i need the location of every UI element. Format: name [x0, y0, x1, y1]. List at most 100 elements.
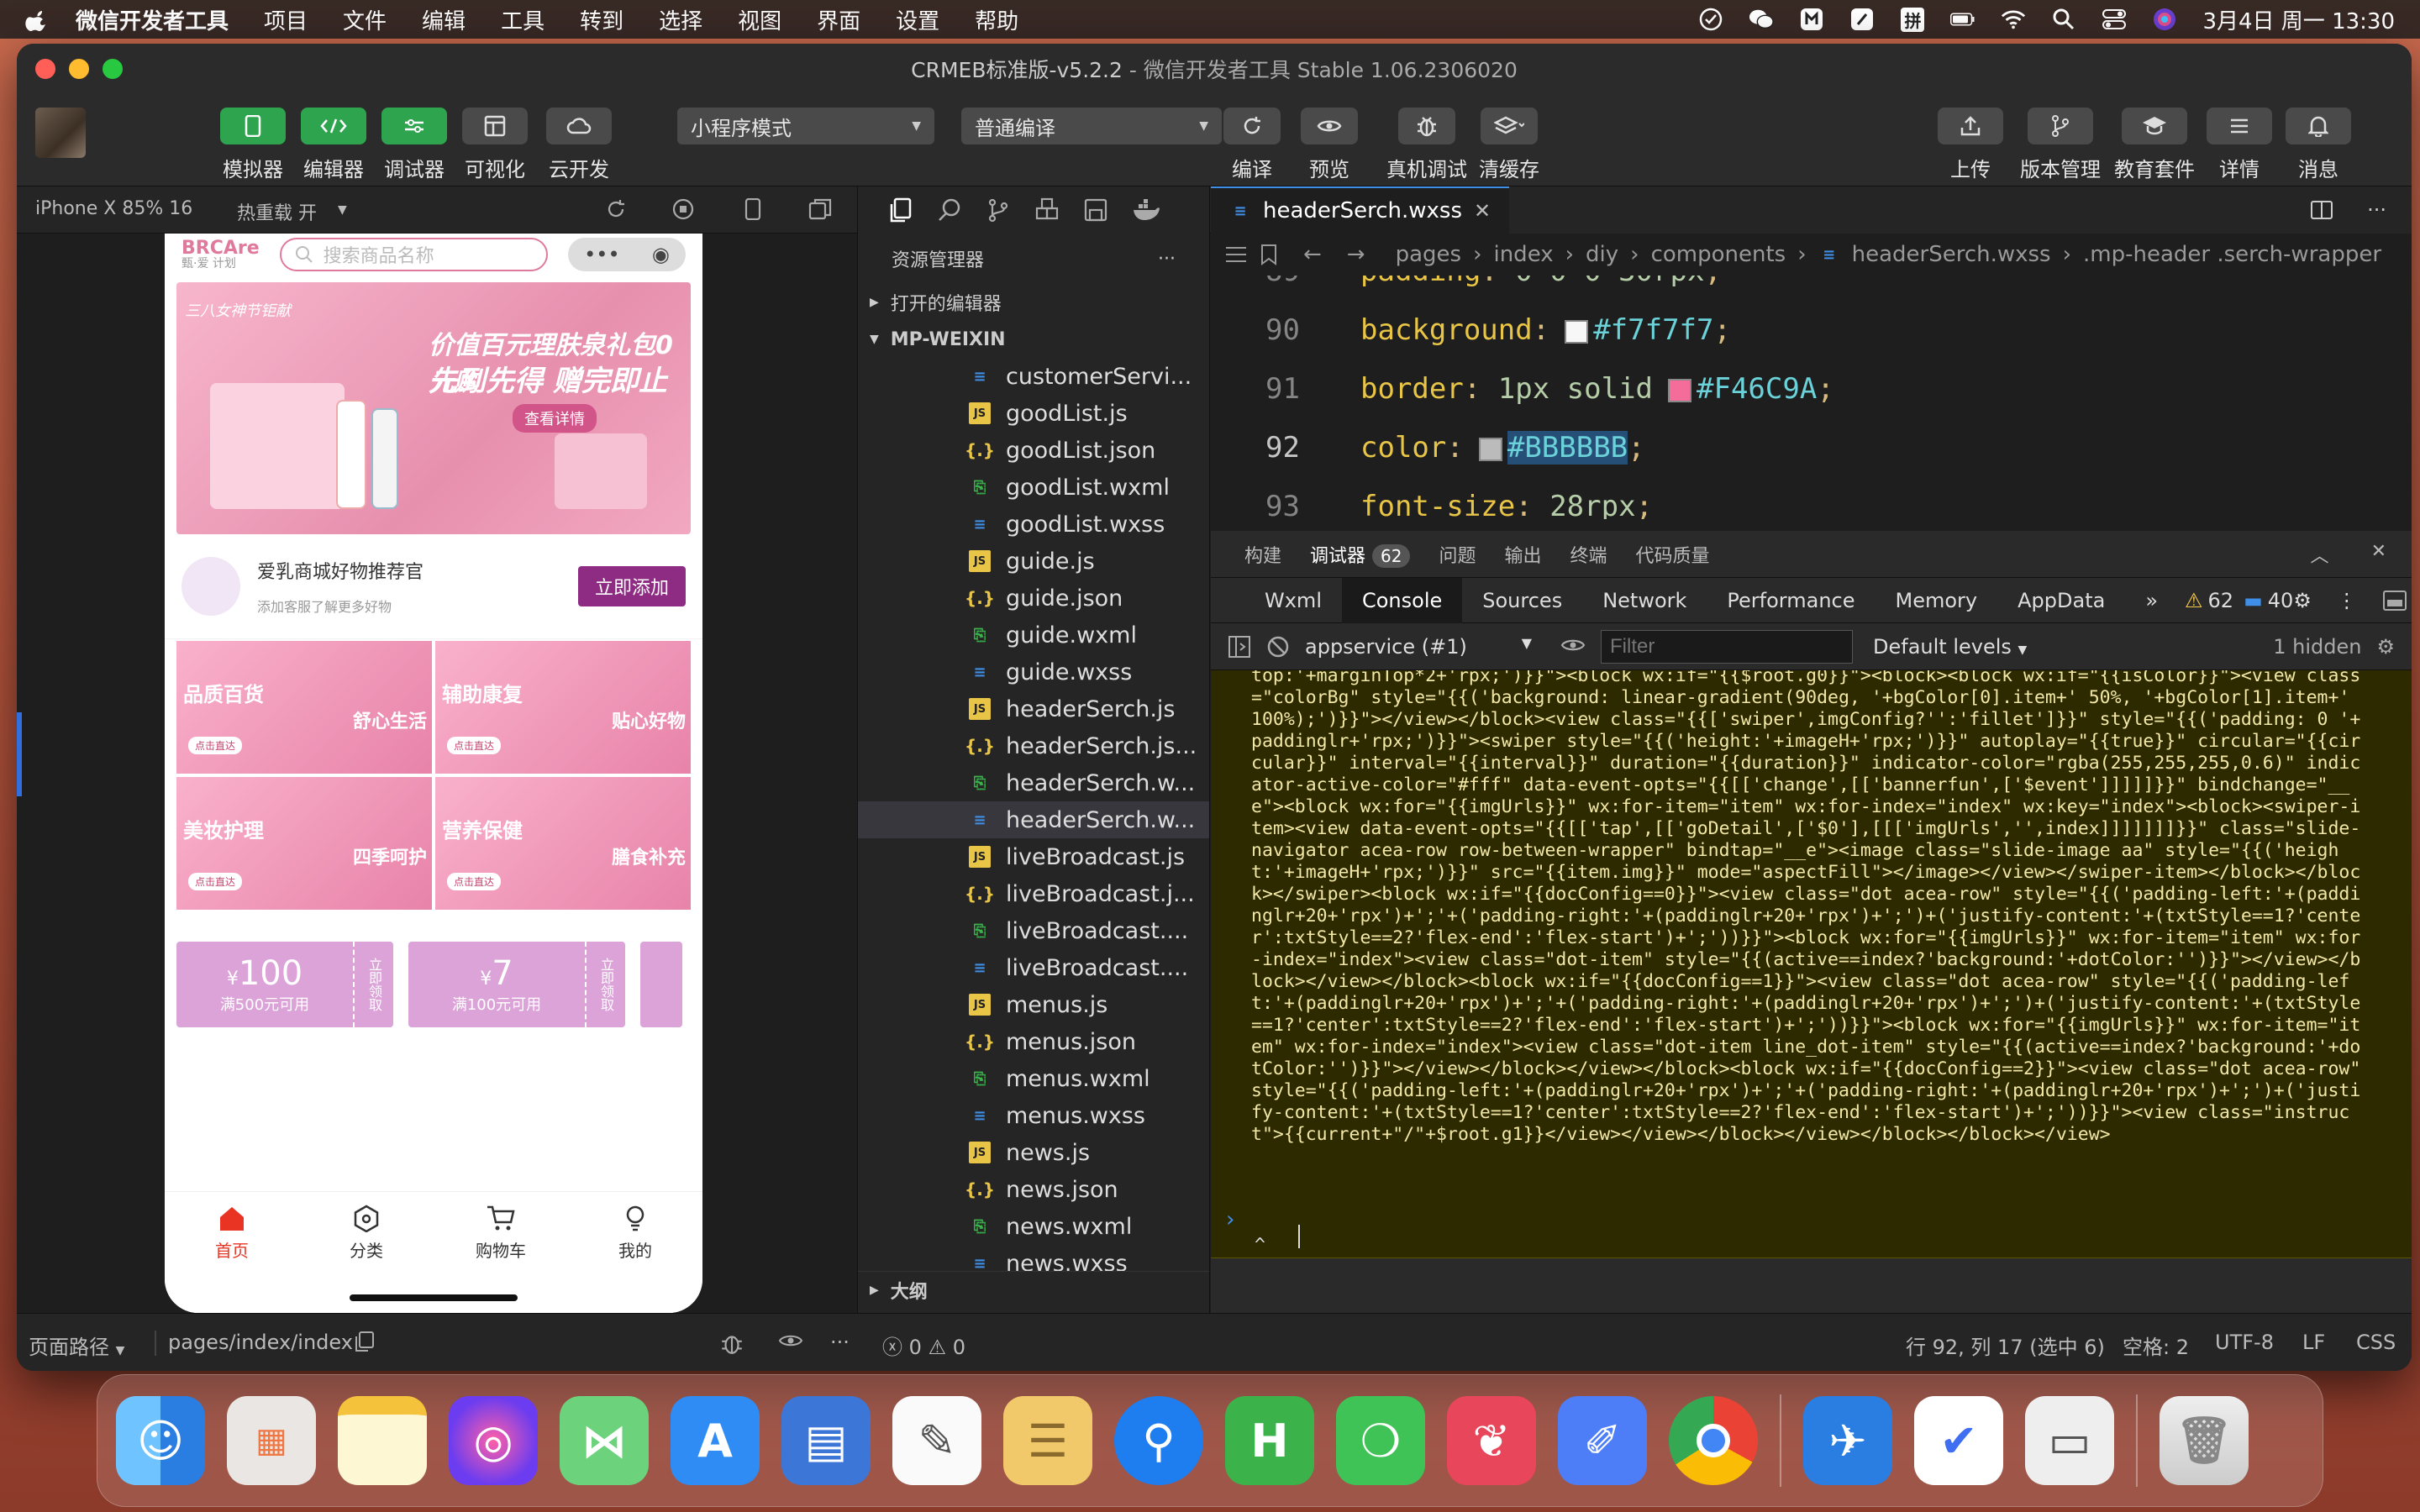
menu-item-goto[interactable]: 转到 [580, 4, 623, 35]
spiral-app-icon[interactable]: ◎ [449, 1396, 538, 1485]
breadcrumb-item[interactable]: .mp-header .serch-wrapper [2083, 242, 2381, 267]
breadcrumb-item[interactable]: pages [1396, 242, 1461, 267]
devtools-tab-memory[interactable]: Memory [1876, 578, 1998, 623]
file-tree-item[interactable]: {.} menus.json [858, 1023, 1209, 1060]
avatar[interactable] [35, 108, 86, 158]
stop-icon[interactable] [672, 198, 694, 225]
devtools-tab-wxml[interactable]: Wxml [1244, 578, 1342, 623]
editor-toggle-button[interactable] [301, 108, 366, 144]
menubar-clock[interactable]: 3月4日 周一 13:30 [2202, 4, 2395, 35]
minimize-window-button[interactable] [69, 59, 89, 79]
more-actions-icon[interactable]: ··· [2367, 198, 2386, 222]
more-tabs-icon[interactable]: » [2125, 578, 2178, 623]
control-center-icon[interactable] [2102, 7, 2127, 32]
category-tile[interactable]: 营养保健 膳食补充 点击直达 [435, 777, 691, 910]
docker-icon[interactable] [1132, 198, 1160, 222]
tab-mine[interactable]: 我的 [568, 1192, 702, 1313]
compile-button[interactable] [1223, 108, 1281, 144]
visual-toggle-button[interactable] [462, 108, 528, 144]
file-tree-item[interactable]: {.} liveBroadcast.j... [858, 875, 1209, 912]
chat-terminal-icon[interactable]: ▭ [2025, 1396, 2114, 1485]
live-expression-eye-icon[interactable] [1560, 635, 1586, 659]
debugger-toggle-button[interactable] [381, 108, 447, 144]
detach-window-icon[interactable] [808, 198, 832, 225]
clear-cache-button[interactable] [1481, 108, 1538, 144]
save-icon[interactable] [1083, 197, 1108, 223]
messages-action[interactable]: 消息 [2286, 108, 2351, 182]
visual-toggle[interactable]: 可视化 [462, 108, 528, 182]
menu-item-interface[interactable]: 界面 [817, 4, 860, 35]
color-swatch[interactable] [1668, 378, 1692, 402]
remote-debug-action[interactable]: 真机调试 [1386, 108, 1467, 182]
wechat-icon[interactable] [1749, 7, 1775, 32]
hbuilder-icon[interactable]: H [1225, 1396, 1314, 1485]
breadcrumb-item[interactable]: index [1493, 242, 1553, 267]
rotate-icon[interactable] [605, 198, 627, 225]
breadcrumb-item[interactable]: components [1651, 242, 1786, 267]
menu-item-help[interactable]: 帮助 [975, 4, 1018, 35]
location-app-icon[interactable]: ⚲ [1114, 1396, 1203, 1485]
remote-debug-button[interactable] [1398, 108, 1455, 144]
language-mode[interactable]: CSS [2356, 1331, 2396, 1354]
console-prompt-icon[interactable]: › [1226, 1207, 1234, 1232]
eye-icon[interactable] [778, 1331, 803, 1354]
file-tree-item[interactable]: ≡ headerSerch.w... [858, 801, 1209, 838]
wechat-dock-icon[interactable]: ❍ [1336, 1396, 1425, 1485]
breadcrumb-item[interactable]: diy [1586, 242, 1618, 267]
tab-home[interactable]: 首页 [165, 1192, 299, 1313]
debugger-toggle[interactable]: 调试器 [381, 108, 447, 182]
tab-debugger[interactable]: 调试器 62 [1310, 541, 1411, 568]
hot-reload-toggle[interactable]: 热重载 开 [237, 198, 317, 225]
file-tree-item[interactable]: JS goodList.js [858, 395, 1209, 432]
coupon-card[interactable]: ¥7 满100元可用 立即领取 [408, 942, 625, 1027]
file-tree-item[interactable]: ≡ menus.wxss [858, 1097, 1209, 1134]
expand-caret-icon[interactable]: ^ [1255, 1235, 1265, 1257]
devtools-tab-sources[interactable]: Sources [1462, 578, 1582, 623]
tab-problems[interactable]: 问题 [1439, 541, 1476, 568]
menu-item-view[interactable]: 视图 [738, 4, 781, 35]
clear-cache-action[interactable]: 清缓存 [1479, 108, 1539, 182]
tab-terminal[interactable]: 终端 [1570, 541, 1607, 568]
file-tree-item[interactable]: ⎘ guide.wxml [858, 617, 1209, 654]
open-editors-section[interactable]: ▶ 打开的编辑器 [858, 284, 1209, 321]
details-action[interactable]: 详情 [2207, 108, 2272, 182]
banner-detail-button[interactable]: 查看详情 [513, 404, 597, 433]
todo-app-icon[interactable]: ✔ [1914, 1396, 2003, 1485]
education-button[interactable] [2122, 108, 2187, 144]
compile-action[interactable]: 编译 [1223, 108, 1281, 182]
menu-item-tools[interactable]: 工具 [501, 4, 544, 35]
category-tile[interactable]: 品质百货 舒心生活 点击直达 [176, 641, 432, 774]
tab-build[interactable]: 构建 [1244, 541, 1281, 568]
tab-code-quality[interactable]: 代码质量 [1636, 541, 1710, 568]
apple-logo-icon[interactable] [25, 7, 50, 32]
file-tree-item[interactable]: JS news.js [858, 1134, 1209, 1171]
input-method-icon[interactable]: 拼 [1900, 7, 1925, 32]
app-tray-icon-1[interactable] [1799, 7, 1824, 32]
app-store-icon[interactable]: A [671, 1396, 760, 1485]
ide-app-icon[interactable]: ⋈ [560, 1396, 649, 1485]
device-select[interactable]: iPhone X 85% 16 [35, 198, 192, 219]
simulator-toggle[interactable]: 模拟器 [220, 108, 286, 182]
settings-gear-icon[interactable]: ⚙ [2293, 589, 2312, 612]
file-tree-item[interactable]: ≡ customerServi... [858, 358, 1209, 395]
outline-section[interactable]: ▶ 大纲 [858, 1271, 1209, 1308]
cloud-dev-button[interactable] [546, 108, 612, 144]
file-tree-item[interactable]: JS menus.js [858, 986, 1209, 1023]
bookmark-icon[interactable] [1260, 244, 1278, 265]
messages-button[interactable] [2286, 108, 2351, 144]
edit-app-icon[interactable]: ✐ [1558, 1396, 1647, 1485]
coupon-card[interactable]: ¥100 满500元可用 立即领取 [176, 942, 393, 1027]
file-tree-item[interactable]: ⎘ goodList.wxml [858, 469, 1209, 506]
close-icon[interactable]: ✕ [1474, 199, 1491, 223]
search-icon[interactable] [937, 197, 962, 223]
devtools-tab-appdata[interactable]: AppData [1997, 578, 2125, 623]
upload-action[interactable]: 上传 [1938, 108, 2003, 182]
file-tree-item[interactable]: ⎘ liveBroadcast.... [858, 912, 1209, 949]
details-button[interactable] [2207, 108, 2272, 144]
file-tree-item[interactable]: {.} headerSerch.js... [858, 727, 1209, 764]
coupon-card-partial[interactable] [640, 942, 682, 1027]
page-path-label[interactable]: 页面路径 ▼ [29, 1331, 124, 1360]
file-tree-item[interactable]: ⎘ headerSerch.w... [858, 764, 1209, 801]
back-arrow-icon[interactable]: ← [1303, 242, 1322, 267]
encoding[interactable]: UTF-8 [2215, 1331, 2274, 1354]
